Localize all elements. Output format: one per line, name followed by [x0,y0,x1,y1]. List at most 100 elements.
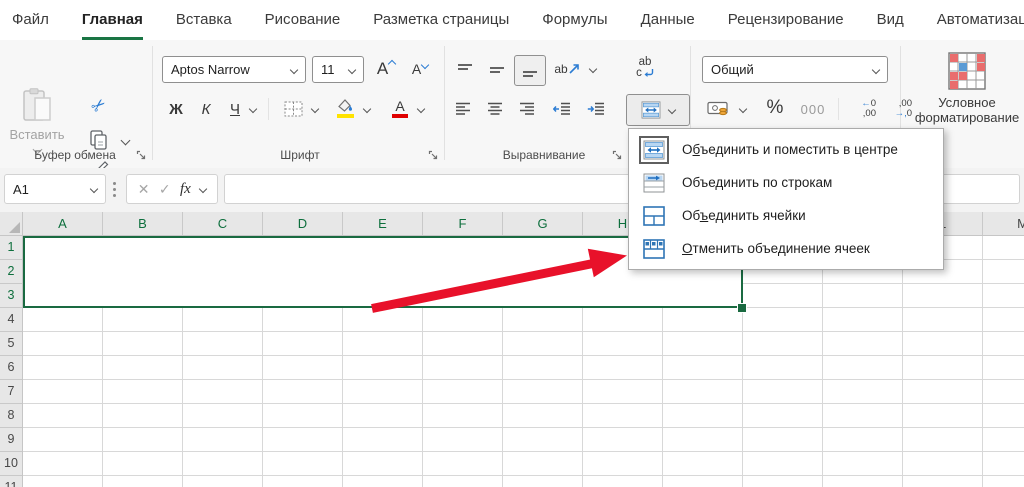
tab-home[interactable]: Главная [81,0,143,40]
column-header[interactable]: M [983,212,1024,235]
merge-dropdown-chevron[interactable] [667,105,677,115]
percent-glyph: % [766,97,784,118]
tab-view[interactable]: Вид [877,0,904,40]
fill-handle[interactable] [737,303,747,313]
group-divider [152,46,153,160]
tab-insert[interactable]: Вставка [176,0,232,40]
italic-glyph: К [201,100,211,118]
copy-dropdown-chevron[interactable] [120,135,131,146]
align-left-icon [456,102,470,115]
decrease-indent-button[interactable] [548,96,576,122]
italic-button[interactable]: К [194,96,218,122]
column-header[interactable]: C [183,212,263,235]
insert-function-icon[interactable]: fx [180,181,191,198]
increase-decimal-glyph2: ,00 [862,108,876,119]
column-header[interactable]: G [503,212,583,235]
borders-icon [284,101,302,117]
fill-color-button[interactable] [332,94,358,122]
row-header[interactable]: 2 [0,260,22,284]
accounting-format-button[interactable] [704,96,732,122]
decrease-decimal-button[interactable]: ,00 →,0 [882,95,912,123]
row-header[interactable]: 6 [0,356,22,380]
row-header[interactable]: 11 [0,476,22,487]
cancel-icon[interactable]: ✕ [138,181,150,198]
clipboard-dialog-launcher-icon[interactable] [136,150,147,161]
bold-button[interactable]: Ж [164,96,188,122]
row-header[interactable]: 1 [0,236,22,260]
align-right-button[interactable] [514,96,540,122]
tab-review[interactable]: Рецензирование [728,0,844,40]
decrease-indent-icon [553,102,570,115]
borders-dropdown-chevron[interactable] [310,104,320,114]
row-header[interactable]: 9 [0,428,22,452]
diagonal-arrow-icon [569,64,579,74]
font-color-dropdown-chevron[interactable] [416,104,426,114]
fx-chevron[interactable] [199,184,208,194]
increase-indent-button[interactable] [582,96,610,122]
tab-page-layout[interactable]: Разметка страницы [373,0,509,40]
row-header[interactable]: 7 [0,380,22,404]
align-bottom-button[interactable] [514,55,546,86]
orientation-dropdown-chevron[interactable] [588,64,598,74]
row-header[interactable]: 4 [0,308,22,332]
fill-color-dropdown-chevron[interactable] [362,104,372,114]
orientation-button[interactable]: ab [552,56,582,82]
font-size-combobox[interactable]: 11 [312,56,364,83]
name-box[interactable]: A1 [4,174,106,204]
accounting-dropdown-chevron[interactable] [738,104,748,114]
tab-automate[interactable]: Автоматизация [937,0,1024,40]
caret-up-icon [387,59,397,69]
align-center-button[interactable] [482,96,508,122]
align-middle-button[interactable] [484,58,510,82]
merge-across-icon [639,169,669,197]
enter-icon[interactable]: ✓ [159,181,171,198]
menu-item-merge-across[interactable]: Объединить по строкам [629,166,943,199]
underline-button[interactable]: Ч [224,96,246,122]
conditional-formatting-icon [948,52,986,90]
wrap-text-button[interactable]: ab c [628,52,662,84]
font-color-button[interactable]: А [388,94,412,122]
row-header[interactable]: 10 [0,452,22,476]
name-box-value: A1 [13,181,29,197]
cut-button[interactable]: ✂ [86,94,112,118]
increase-decimal-button[interactable]: ←0 ,00 [846,95,876,123]
name-box-chevron[interactable] [89,184,99,194]
tab-data[interactable]: Данные [641,0,695,40]
tab-formulas[interactable]: Формулы [542,0,607,40]
align-right-icon [520,102,534,115]
tab-draw[interactable]: Рисование [265,0,341,40]
alignment-dialog-launcher-icon[interactable] [612,150,623,161]
column-header[interactable]: B [103,212,183,235]
column-header[interactable]: E [343,212,423,235]
thousands-glyph: 000 [800,101,826,117]
underline-dropdown-chevron[interactable] [248,104,258,114]
column-header[interactable]: D [263,212,343,235]
align-top-button[interactable] [452,58,478,82]
select-all-corner[interactable] [0,212,23,236]
align-center-icon [488,102,502,115]
comma-style-button[interactable]: 000 [796,96,830,122]
menu-item-unmerge-cells[interactable]: Отменить объединение ячеек [629,232,943,265]
font-dialog-launcher-icon[interactable] [428,150,439,161]
decrease-font-size-button[interactable]: А [406,56,434,82]
tab-file[interactable]: Файл [12,0,49,40]
align-bottom-icon [523,70,537,77]
row-header[interactable]: 5 [0,332,22,356]
column-header[interactable]: A [23,212,103,235]
chevron-down-icon [871,65,881,74]
column-header[interactable]: F [423,212,503,235]
align-left-button[interactable] [450,96,476,122]
accounting-icon [707,101,728,116]
row-header[interactable]: 3 [0,284,22,308]
borders-button[interactable] [280,96,306,122]
menu-item-merge-cells[interactable]: Объединить ячейки [629,199,943,232]
merge-center-icon [639,135,669,164]
number-format-combobox[interactable]: Общий [702,56,888,83]
font-name-combobox[interactable]: Aptos Narrow [162,56,306,83]
merge-center-button[interactable] [626,94,690,126]
percent-style-button[interactable]: % [760,94,790,122]
formula-bar-drag-handle[interactable] [113,182,116,185]
menu-item-merge-and-center[interactable]: Объединить и поместить в центре [629,133,943,166]
increase-font-size-button[interactable]: А [372,56,400,82]
row-header[interactable]: 8 [0,404,22,428]
